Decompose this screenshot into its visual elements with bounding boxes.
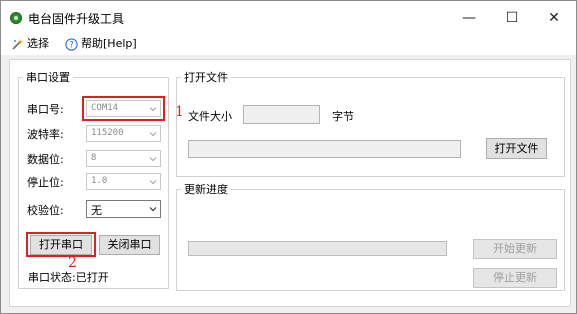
update-progress-title: 更新进度 [181,181,231,197]
title-bar: 电台固件升级工具 — ☐ ✕ [1,1,576,33]
start-update-button[interactable]: 开始更新 [473,239,557,259]
serial-settings-title: 串口设置 [23,69,73,85]
data-bits-label: 数据位: [27,153,64,166]
data-bits-select[interactable]: 8 [86,150,161,167]
parity-label: 校验位: [27,204,64,217]
app-window: 电台固件升级工具 — ☐ ✕ 选择 ? 帮助[Help] 串口设置 串口号: C… [0,0,577,314]
help-icon: ? [65,37,78,51]
update-progress-bar [188,241,447,256]
file-size-label: 文件大小 [188,110,232,123]
menu-select[interactable]: 选择 [11,36,49,52]
stop-update-button[interactable]: 停止更新 [473,268,557,288]
menu-bar: 选择 ? 帮助[Help] [1,33,576,55]
port-status-value: 已打开 [75,271,109,284]
menu-select-label: 选择 [27,37,49,50]
wand-icon [12,38,23,50]
main-panel: 串口设置 串口号: COM14 1 波特率: 115200 数据位: 8 停止位… [9,59,571,307]
highlight-open-port [26,232,96,257]
menu-help-label: 帮助[Help] [81,37,137,50]
parity-value: 无 [91,204,102,217]
minimize-button[interactable]: — [449,5,489,31]
menu-help[interactable]: ? 帮助[Help] [65,36,137,52]
port-label: 串口号: [27,103,64,116]
close-port-button[interactable]: 关闭串口 [99,235,160,255]
parity-select[interactable]: 无 [86,200,161,218]
port-status-label: 串口状态: [28,271,76,284]
chevron-down-icon [149,132,157,137]
stop-bits-label: 停止位: [27,176,64,189]
stop-bits-value: 1.0 [91,176,108,186]
stop-bits-select[interactable]: 1.0 [86,173,161,190]
open-file-title: 打开文件 [181,69,231,85]
open-file-button[interactable]: 打开文件 [486,138,547,159]
port-status: 串口状态:已打开 [28,269,109,285]
data-bits-value: 8 [91,153,97,163]
file-size-field [243,105,320,124]
app-icon [10,12,22,24]
close-button[interactable]: ✕ [534,5,574,31]
svg-text:?: ? [69,40,74,50]
open-file-group: 打开文件 [176,69,565,177]
file-path-field[interactable] [188,140,461,158]
window-title: 电台固件升级工具 [28,12,125,26]
chevron-down-icon [149,157,157,162]
maximize-button[interactable]: ☐ [492,5,532,31]
chevron-down-icon [149,180,157,185]
byte-unit-label: 字节 [332,110,354,123]
baud-label: 波特率: [27,128,64,141]
highlight-port [82,96,165,121]
baud-value: 115200 [91,128,124,138]
chevron-down-icon [149,207,157,212]
baud-select[interactable]: 115200 [86,125,161,142]
